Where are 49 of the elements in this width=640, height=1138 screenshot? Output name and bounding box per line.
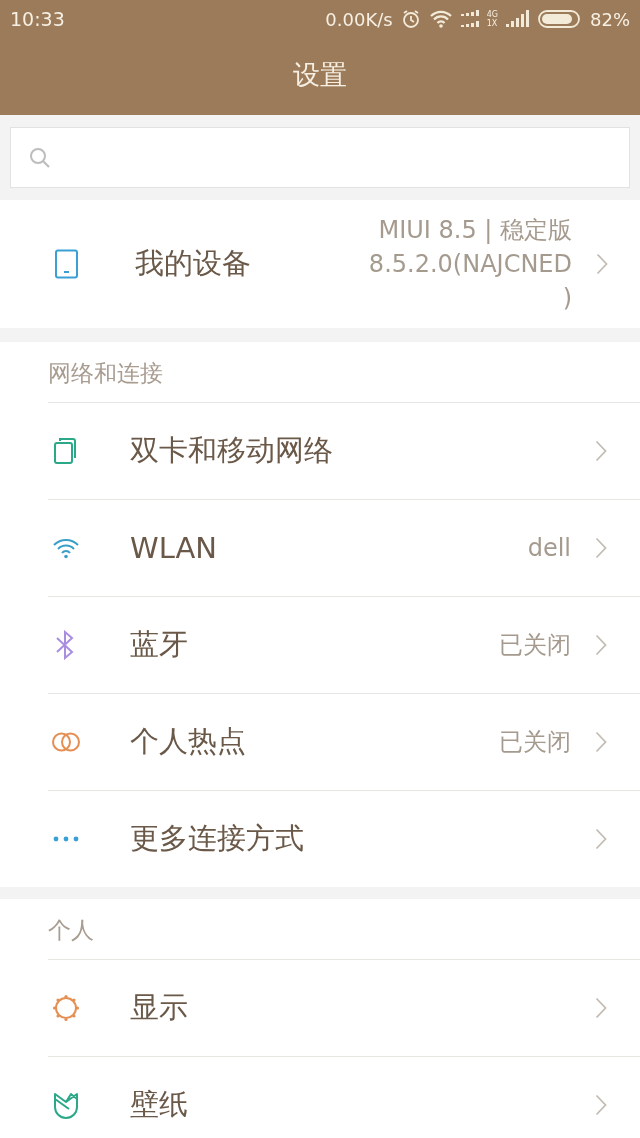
wifi-icon: [51, 537, 81, 559]
settings-row[interactable]: 双卡和移动网络: [48, 402, 640, 499]
battery-icon: [538, 10, 582, 28]
settings-row[interactable]: WLAN dell: [48, 499, 640, 596]
device-row[interactable]: 我的设备 MIUI 8.5 | 稳定版 8.5.2.0(NAJCNED ): [0, 200, 640, 328]
version-text: 8.5.2.0(NAJCNED: [368, 249, 572, 280]
signal-icon: [506, 10, 530, 28]
chevron-icon: [596, 253, 608, 275]
chevron-icon: [595, 997, 607, 1019]
network-type-label: 4G: [486, 10, 498, 19]
row-value: 已关闭: [499, 630, 571, 661]
settings-row[interactable]: 显示: [48, 959, 640, 1056]
chevron-icon: [595, 440, 607, 462]
chevron-icon: [595, 731, 607, 753]
network-speed: 0.00K/s: [325, 8, 393, 30]
chevron-icon: [595, 828, 607, 850]
settings-row[interactable]: 个人热点 已关闭: [48, 693, 640, 790]
row-label: WLAN: [130, 531, 218, 565]
search-field[interactable]: [10, 127, 630, 188]
row-label: 蓝牙: [130, 626, 188, 663]
section-header: 网络和连接: [48, 358, 163, 388]
chevron-icon: [595, 537, 607, 559]
linked-rings-icon: [51, 731, 81, 753]
wifi-icon: [428, 10, 453, 28]
row-label: 双卡和移动网络: [130, 432, 333, 469]
alarm-icon: [400, 9, 421, 29]
row-label: 壁纸: [130, 1086, 188, 1123]
sun-icon: [51, 993, 81, 1023]
row-value: dell: [527, 534, 571, 562]
row-label: 我的设备: [135, 245, 251, 282]
row-label: 更多连接方式: [130, 820, 304, 857]
row-label: 显示: [130, 989, 188, 1026]
network-type-label: 1X: [486, 19, 498, 28]
settings-row[interactable]: 壁纸: [48, 1056, 640, 1138]
status-time: 10:33: [10, 8, 65, 30]
settings-row[interactable]: 更多连接方式: [48, 790, 640, 887]
row-value: 已关闭: [499, 727, 571, 758]
page-title: 设置: [293, 57, 347, 92]
version-text: MIUI 8.5 | 稳定版: [378, 215, 572, 246]
tulip-icon: [51, 1091, 81, 1119]
settings-row[interactable]: 蓝牙 已关闭: [48, 596, 640, 693]
section-header: 个人: [48, 915, 94, 945]
chevron-icon: [595, 634, 607, 656]
more-icon: [51, 836, 81, 842]
search-icon: [29, 146, 51, 169]
chevron-icon: [595, 1094, 607, 1116]
battery-percentage: 82%: [590, 8, 630, 30]
version-text: ): [562, 283, 572, 314]
row-label: 个人热点: [130, 723, 246, 760]
